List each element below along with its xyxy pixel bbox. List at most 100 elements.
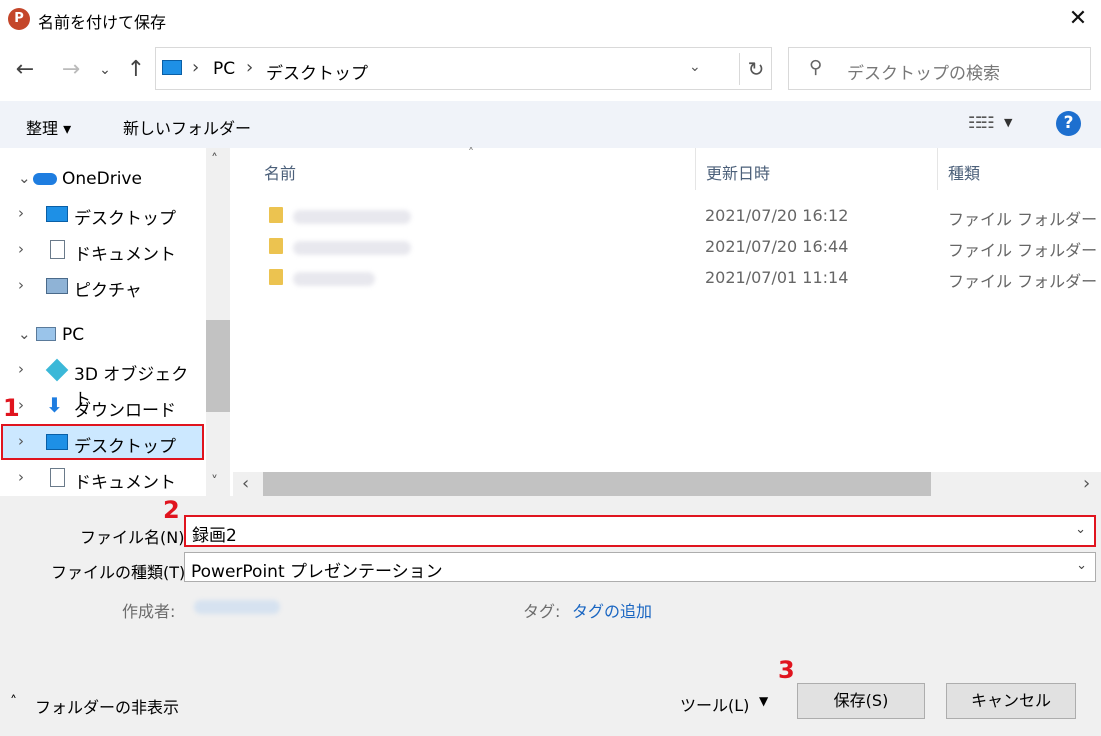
- blurred-author[interactable]: [194, 600, 280, 614]
- forward-arrow-icon[interactable]: →: [56, 52, 86, 88]
- tools-button[interactable]: ツール(L): [680, 692, 749, 716]
- modified-cell: 2021/07/20 16:44: [705, 237, 849, 256]
- modified-cell: 2021/07/20 16:12: [705, 206, 849, 225]
- chevron-down-icon[interactable]: ⌄: [18, 325, 31, 343]
- hide-folders-button[interactable]: フォルダーの非表示: [35, 694, 179, 718]
- sidebar-item-onedrive-documents[interactable]: › ドキュメント: [0, 234, 205, 268]
- download-arrow-icon: ⬇: [46, 393, 63, 417]
- powerpoint-app-icon: P: [8, 8, 30, 30]
- sidebar-item-downloads[interactable]: › ⬇ ダウンロード: [0, 390, 205, 424]
- chevron-down-icon[interactable]: ⌄: [1076, 558, 1087, 573]
- sidebar-item-onedrive-desktop[interactable]: › デスクトップ: [0, 198, 205, 232]
- tags-label: タグ:: [523, 602, 561, 621]
- chevron-right-icon[interactable]: ›: [18, 468, 24, 486]
- sidebar-item-label: ダウンロード: [74, 401, 176, 421]
- sidebar-item-onedrive-pictures[interactable]: › ピクチャ: [0, 270, 205, 304]
- sidebar-item-label: PC: [62, 325, 85, 345]
- search-input[interactable]: デスクトップの検索: [847, 59, 1000, 84]
- chevron-right-icon[interactable]: ›: [18, 204, 24, 222]
- search-box[interactable]: ⚲ デスクトップの検索: [788, 47, 1091, 90]
- up-arrow-icon[interactable]: ↑: [121, 52, 151, 88]
- back-arrow-icon[interactable]: ←: [10, 52, 40, 88]
- command-bar: 整理 ▾ 新しいフォルダー ☷☷ ▼ ?: [0, 101, 1101, 148]
- cancel-button[interactable]: キャンセル: [946, 683, 1076, 719]
- chevron-right-icon[interactable]: ›: [18, 360, 24, 378]
- sidebar-item-pc[interactable]: ⌄ PC: [0, 319, 205, 353]
- filename-field[interactable]: 録画2 ⌄: [184, 515, 1096, 547]
- folder-icon: [269, 269, 283, 285]
- sidebar-scroll-thumb[interactable]: [206, 320, 230, 412]
- desktop-icon: [46, 434, 68, 450]
- annotation-number-3: 3: [778, 656, 795, 684]
- horizontal-scroll-thumb[interactable]: [263, 472, 931, 496]
- refresh-icon[interactable]: ↻: [739, 53, 772, 85]
- search-icon: ⚲: [809, 57, 823, 78]
- address-bar[interactable]: › PC › デスクトップ ⌄ ↻: [155, 47, 772, 90]
- sidebar-item-label: デスクトップ: [74, 209, 176, 229]
- organize-button[interactable]: 整理 ▾: [26, 115, 71, 139]
- scroll-up-icon[interactable]: ˄: [211, 152, 218, 168]
- blurred-filename: [293, 241, 411, 255]
- table-row[interactable]: 2021/07/20 16:12 ファイル フォルダー: [233, 202, 1101, 230]
- annotation-number-1: 1: [3, 394, 20, 422]
- column-header-type[interactable]: 種類: [948, 160, 980, 184]
- blurred-filename: [293, 210, 411, 224]
- window-title: 名前を付けて保存: [38, 13, 167, 32]
- sidebar-item-label: デスクトップ: [74, 437, 176, 457]
- filetype-select[interactable]: PowerPoint プレゼンテーション ⌄: [184, 552, 1096, 582]
- add-tag-link[interactable]: タグの追加: [572, 598, 652, 622]
- sidebar-item-documents[interactable]: › ドキュメント: [0, 462, 205, 496]
- chevron-down-icon[interactable]: ⌄: [18, 169, 31, 187]
- column-divider[interactable]: [937, 148, 938, 190]
- filename-label: ファイル名(N):: [80, 528, 190, 547]
- cube-icon: [45, 358, 69, 382]
- view-options-icon[interactable]: ☷☷: [968, 113, 995, 132]
- new-folder-button[interactable]: 新しいフォルダー: [123, 115, 251, 139]
- column-header-modified[interactable]: 更新日時: [706, 160, 770, 184]
- title-bar: P 名前を付けて保存 ✕: [0, 0, 1101, 38]
- filetype-value: PowerPoint プレゼンテーション: [191, 562, 443, 582]
- breadcrumb-separator-icon: ›: [246, 57, 254, 78]
- chevron-right-icon[interactable]: ›: [18, 276, 24, 294]
- column-header-name[interactable]: 名前: [264, 160, 296, 184]
- sidebar-item-desktop[interactable]: › デスクトップ: [0, 426, 205, 460]
- type-cell: ファイル フォルダー: [948, 210, 1098, 229]
- document-icon: [50, 468, 65, 487]
- filename-value[interactable]: 録画2: [192, 521, 237, 546]
- breadcrumb-separator-icon: ›: [192, 57, 200, 78]
- chevron-down-icon[interactable]: ⌄: [1075, 522, 1086, 537]
- chevron-down-icon[interactable]: ⌄: [689, 59, 701, 75]
- chevron-up-icon[interactable]: ˄: [10, 694, 17, 710]
- column-divider[interactable]: [695, 148, 696, 190]
- desktop-icon: [162, 60, 182, 75]
- modified-cell: 2021/07/01 11:14: [705, 268, 849, 287]
- sidebar-item-label: ドキュメント: [74, 245, 176, 265]
- sidebar-item-3d-objects[interactable]: › 3D オブジェクト: [0, 354, 205, 410]
- table-row[interactable]: 2021/07/01 11:14 ファイル フォルダー: [233, 264, 1101, 292]
- breadcrumb-desktop[interactable]: デスクトップ: [266, 59, 368, 84]
- table-row[interactable]: 2021/07/20 16:44 ファイル フォルダー: [233, 233, 1101, 261]
- type-cell: ファイル フォルダー: [948, 272, 1098, 291]
- type-cell: ファイル フォルダー: [948, 241, 1098, 260]
- close-button[interactable]: ✕: [1058, 3, 1098, 35]
- chevron-down-icon[interactable]: ▼: [1004, 116, 1012, 129]
- filetype-label: ファイルの種類(T):: [51, 563, 191, 582]
- computer-icon: [36, 327, 56, 341]
- scroll-left-icon[interactable]: ‹: [242, 473, 249, 494]
- chevron-right-icon[interactable]: ›: [18, 240, 24, 258]
- sidebar-item-label: OneDrive: [62, 169, 142, 189]
- sidebar-item-label: ピクチャ: [74, 281, 142, 301]
- scroll-down-icon[interactable]: ˅: [211, 474, 218, 490]
- author-label: 作成者:: [122, 602, 176, 621]
- chevron-down-icon[interactable]: ▼: [759, 694, 768, 708]
- folder-icon: [269, 238, 283, 254]
- annotation-number-2: 2: [163, 496, 180, 524]
- chevron-right-icon[interactable]: ›: [18, 432, 24, 450]
- breadcrumb-pc[interactable]: PC: [213, 59, 235, 79]
- sort-arrow-icon: ˄: [468, 146, 474, 160]
- sidebar-item-onedrive[interactable]: ⌄ OneDrive: [0, 163, 205, 197]
- recent-locations-icon[interactable]: ⌄: [90, 52, 120, 88]
- help-icon[interactable]: ?: [1056, 111, 1081, 136]
- save-button[interactable]: 保存(S): [797, 683, 925, 719]
- scroll-right-icon[interactable]: ›: [1083, 473, 1090, 494]
